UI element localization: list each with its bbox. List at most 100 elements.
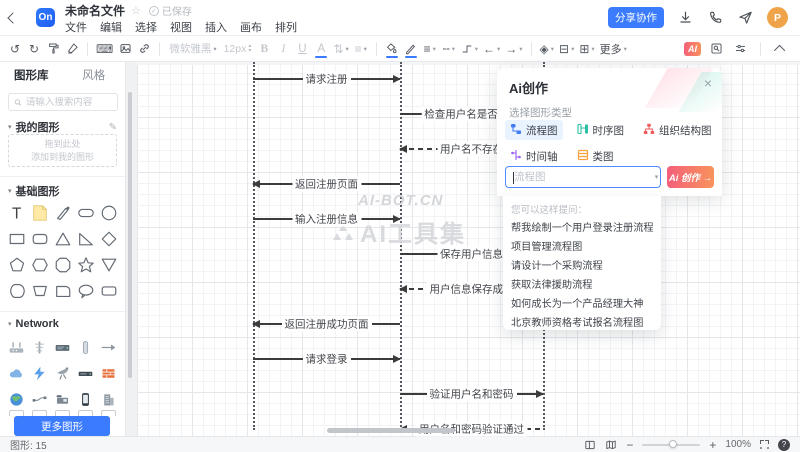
horizontal-scrollbar[interactable]	[327, 428, 455, 433]
zoom-out-button[interactable]: −	[626, 440, 633, 450]
sticky-note-shape[interactable]	[28, 200, 51, 226]
more-tools-button[interactable]: 更多▾	[598, 39, 629, 59]
insert-table-button[interactable]: ⊞▾	[577, 39, 596, 59]
suggestion-item[interactable]: 帮我绘制一个用户登录注册流程	[511, 219, 653, 238]
pen-shape[interactable]	[51, 200, 74, 226]
insert-link-icon[interactable]	[135, 39, 153, 59]
text-shape[interactable]: T	[5, 200, 28, 226]
clear-format-icon[interactable]	[63, 39, 81, 59]
vertical-scrollbar[interactable]	[128, 92, 132, 378]
pill-shape[interactable]	[74, 200, 97, 226]
pentagon-shape[interactable]	[5, 252, 28, 278]
ai-type-sequence[interactable]: 时序图	[572, 120, 630, 140]
fullscreen-icon[interactable]	[760, 440, 769, 449]
text-align-button[interactable]: ≡▾	[352, 39, 370, 59]
smartphone-shape[interactable]	[74, 386, 97, 412]
rack-server-shape[interactable]	[74, 360, 97, 386]
menu-item[interactable]: 排列	[275, 19, 297, 35]
hexagon-shape[interactable]	[28, 252, 51, 278]
shape-search-input[interactable]	[26, 97, 112, 108]
line-dash-button[interactable]: ╌▾	[440, 39, 458, 59]
trapezoid-shape[interactable]	[28, 278, 51, 304]
app-logo[interactable]: On	[36, 8, 55, 27]
download-icon[interactable]	[677, 9, 694, 26]
send-icon[interactable]	[737, 9, 754, 26]
shape-search-box[interactable]	[8, 93, 118, 111]
suggestion-item[interactable]: 如何成长为一个产品经理大神	[511, 295, 653, 314]
tab-shape-library[interactable]: 图形库	[0, 67, 63, 83]
ai-create-button[interactable]: Ai 创作 →	[667, 166, 714, 188]
network-shapes-header[interactable]: ▾ Network	[8, 318, 117, 330]
ai-type-flowchart[interactable]: 流程图	[505, 120, 563, 140]
wireless-router-shape[interactable]	[5, 334, 28, 360]
octagon-shape[interactable]	[51, 252, 74, 278]
zoom-in-button[interactable]: +	[709, 440, 716, 450]
cloud-shape[interactable]	[5, 360, 28, 386]
line-width-button[interactable]: ≡▾	[421, 39, 439, 59]
format-painter-icon[interactable]	[44, 39, 62, 59]
more-shapes-button[interactable]: 更多图形	[14, 416, 110, 436]
arrow-shape[interactable]	[97, 334, 120, 360]
close-icon[interactable]: ×	[704, 75, 712, 91]
server-shape[interactable]	[51, 334, 74, 360]
layers-button[interactable]: ◈▾	[538, 39, 557, 59]
suggestion-item[interactable]: 获取法律援助流程	[511, 276, 653, 295]
office-building-shape[interactable]	[97, 386, 120, 412]
blob-shape[interactable]	[5, 278, 28, 304]
redo-button[interactable]: ↻	[25, 39, 43, 59]
underline-button[interactable]: U	[293, 39, 311, 59]
insert-image-icon[interactable]	[116, 39, 134, 59]
font-size-select[interactable]: 12px▴▾	[221, 43, 255, 55]
globe-shape[interactable]	[5, 386, 28, 412]
zoom-slider-handle[interactable]	[669, 440, 677, 448]
help-icon[interactable]: ?	[778, 439, 790, 451]
inverted-triangle-shape[interactable]	[97, 252, 120, 278]
ai-type-class-diagram[interactable]: 类图	[572, 146, 619, 166]
edit-pencil-icon[interactable]: ✎	[109, 122, 117, 133]
lightning-shape[interactable]	[28, 360, 51, 386]
ai-prompt-field[interactable]: ▾	[505, 166, 661, 188]
column-shape[interactable]	[74, 334, 97, 360]
tab-style[interactable]: 风格	[63, 67, 126, 83]
menu-item[interactable]: 文件	[65, 19, 87, 35]
settings-sliders-icon[interactable]	[731, 39, 749, 59]
collapse-toolbar-button[interactable]	[772, 39, 790, 59]
firewall-shape[interactable]	[97, 360, 120, 386]
font-family-select[interactable]: 微软雅黑▾	[166, 41, 219, 56]
ai-type-org-chart[interactable]: 组织结构图	[638, 120, 717, 140]
cable-shape[interactable]	[28, 386, 51, 412]
speech-bubble-shape[interactable]	[74, 278, 97, 304]
line-height-button[interactable]: ⇅▾	[331, 39, 350, 59]
triangle-shape[interactable]	[51, 226, 74, 252]
menu-item[interactable]: 画布	[240, 19, 262, 35]
document-title[interactable]: 未命名文件	[65, 2, 125, 19]
keyboard-icon[interactable]: ⌨	[94, 39, 115, 59]
rounded-rectangle-small-shape[interactable]	[97, 278, 120, 304]
arrow-start-button[interactable]: ←▾	[481, 39, 502, 59]
right-triangle-shape[interactable]	[74, 226, 97, 252]
chevron-down-icon[interactable]: ▾	[653, 173, 660, 181]
suggestion-item[interactable]: 请设计一个采购流程	[511, 257, 653, 276]
minimap-icon[interactable]	[605, 439, 617, 451]
rounded-rectangle-shape[interactable]	[28, 226, 51, 252]
menu-item[interactable]: 视图	[170, 19, 192, 35]
italic-button[interactable]: I	[274, 39, 292, 59]
lifeline[interactable]	[253, 62, 255, 430]
ai-prompt-input[interactable]	[506, 171, 653, 183]
phone-icon[interactable]	[707, 9, 724, 26]
back-button[interactable]	[0, 0, 26, 36]
satellite-dish-shape[interactable]	[51, 360, 74, 386]
connector-style-button[interactable]: ▾	[459, 39, 480, 59]
ai-assistant-button[interactable]: AI	[684, 42, 701, 56]
avatar[interactable]: P	[767, 7, 788, 28]
bold-button[interactable]: B	[255, 39, 273, 59]
rounded-square-shape[interactable]	[51, 278, 74, 304]
my-shapes-header[interactable]: ▾ 我的图形 ✎	[8, 119, 117, 135]
page-panel-icon[interactable]	[584, 439, 596, 451]
align-objects-button[interactable]: ⊟▾	[557, 39, 576, 59]
zoom-slider[interactable]	[642, 444, 700, 446]
line-color-button[interactable]	[402, 39, 420, 59]
font-size-stepper[interactable]: ▴▾	[248, 44, 251, 54]
diamond-shape[interactable]	[97, 226, 120, 252]
suggestion-item[interactable]: 项目管理流程图	[511, 238, 653, 257]
